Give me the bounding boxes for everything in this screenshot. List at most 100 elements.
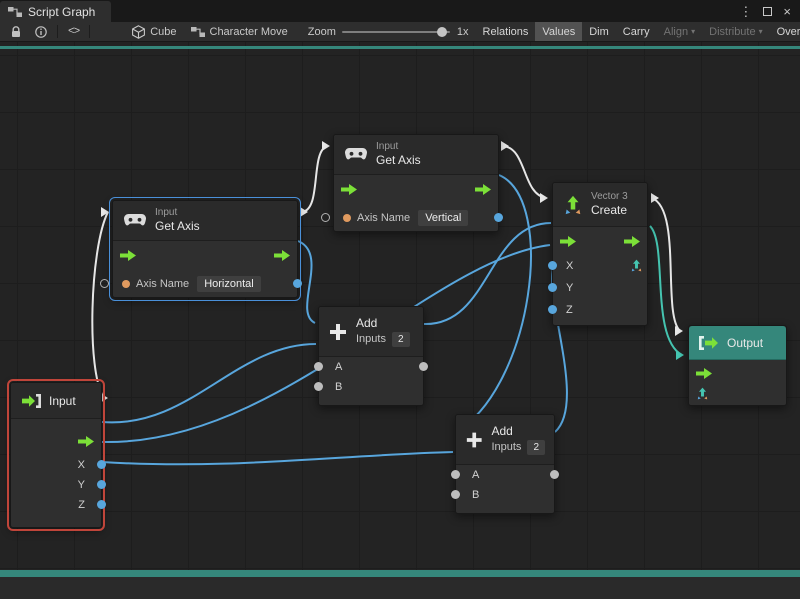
close-icon[interactable]: × [783, 5, 791, 18]
port-b-in[interactable] [451, 490, 460, 499]
menu-icon[interactable]: ⋮ [739, 5, 752, 18]
vector-arrowhead [676, 350, 684, 360]
axis-name-field[interactable]: Horizontal [197, 276, 261, 292]
flow-in-arrow-icon[interactable] [341, 184, 357, 195]
distribute-button[interactable]: Distribute ▾ [702, 22, 769, 42]
plus-icon [465, 430, 483, 450]
carry-button[interactable]: Carry [616, 22, 657, 42]
node-get-axis-vertical[interactable]: Input Get Axis Axis Name Vertical [333, 134, 499, 232]
zoom-slider[interactable] [342, 31, 450, 33]
port-y-out[interactable] [97, 480, 106, 489]
chevron-down-icon: ▾ [691, 27, 695, 36]
node-title: Output [727, 336, 763, 350]
gamepad-icon [123, 213, 147, 228]
node-output[interactable]: Output [688, 325, 787, 406]
port-a-in[interactable] [451, 470, 460, 479]
node-category: Vector 3 [591, 190, 628, 203]
flow-port-row [113, 241, 297, 269]
tab-title: Script Graph [28, 5, 95, 19]
node-input[interactable]: Input X Y Z [10, 382, 102, 528]
port-z-in[interactable] [548, 305, 557, 314]
node-add-2[interactable]: Add Inputs 2 A B [455, 414, 555, 514]
node-title: Create [591, 203, 628, 219]
port-z-label: Z [78, 499, 85, 511]
wire-data[interactable] [102, 452, 453, 464]
align-button[interactable]: Align ▾ [657, 22, 702, 42]
port-row-a: A [319, 357, 423, 377]
window-controls: ⋮ × [739, 0, 800, 22]
graph-label: Character Move [210, 26, 288, 38]
port-row-y: Y [553, 277, 647, 299]
port-row-b: B [319, 377, 423, 397]
flow-in-arrow-icon[interactable] [120, 250, 136, 261]
sum-out-port[interactable] [550, 470, 559, 479]
flow-out-arrow-icon[interactable] [475, 184, 491, 195]
flow-out-arrow-icon[interactable] [78, 436, 94, 447]
chevron-down-icon: ▾ [759, 27, 763, 36]
port-row-z: Z [11, 495, 101, 515]
tab-script-graph[interactable]: Script Graph [0, 1, 111, 22]
vector-out-port-icon[interactable] [630, 259, 643, 272]
plus-icon [328, 322, 348, 342]
flow-out-arrow-icon[interactable] [624, 236, 640, 247]
port-z-out[interactable] [97, 500, 106, 509]
port-b-label: B [335, 381, 342, 393]
value-out-port[interactable] [494, 213, 503, 222]
port-a-in[interactable] [314, 362, 323, 371]
zoom-slider-handle[interactable] [437, 27, 447, 37]
axis-name-field[interactable]: Vertical [418, 210, 468, 226]
dim-button[interactable]: Dim [582, 22, 616, 42]
inputs-count-field[interactable]: 2 [392, 332, 410, 347]
info-button[interactable] [28, 22, 54, 42]
lock-button[interactable] [4, 22, 28, 42]
node-add-1[interactable]: Add Inputs 2 A B [318, 306, 424, 406]
script-graph-icon [8, 6, 22, 18]
wire-flow[interactable] [92, 212, 108, 398]
flow-out-arrow-icon[interactable] [274, 250, 290, 261]
node-title: Add [491, 424, 545, 440]
zoom-value: 1x [454, 22, 476, 42]
wire-vector[interactable] [650, 226, 682, 355]
value-out-port[interactable] [293, 279, 302, 288]
wire-flow[interactable] [503, 146, 546, 198]
inputs-count-field[interactable]: 2 [527, 440, 545, 455]
inputs-label: Inputs [491, 440, 521, 454]
graph-canvas[interactable]: Input Get Axis Axis Name Vertical Inpu [0, 42, 800, 599]
port-x-in[interactable] [548, 261, 557, 270]
port-y-in[interactable] [548, 283, 557, 292]
wire-flow[interactable] [652, 198, 680, 331]
code-view-button[interactable]: <> [61, 22, 86, 42]
flow-in-arrow-icon[interactable] [696, 368, 712, 379]
wire-flow[interactable] [302, 146, 327, 212]
wire-data[interactable] [424, 223, 551, 324]
flow-in-arrow-icon[interactable] [560, 236, 576, 247]
string-port-icon [122, 280, 130, 288]
vector-in-port-icon[interactable] [696, 387, 709, 400]
relations-button[interactable]: Relations [476, 22, 536, 42]
port-row-b: B [456, 485, 554, 505]
axis-name-port[interactable] [100, 279, 109, 288]
graph-breadcrumb[interactable]: Character Move [184, 22, 295, 42]
sum-out-port[interactable] [419, 362, 428, 371]
maximize-icon[interactable] [763, 7, 772, 16]
inputs-label: Inputs [356, 332, 386, 346]
target-breadcrumb[interactable]: Cube [125, 22, 183, 42]
port-row-a: A [456, 465, 554, 485]
axis-name-port[interactable] [321, 213, 330, 222]
wire-data[interactable] [102, 344, 316, 422]
port-b-in[interactable] [314, 382, 323, 391]
port-a-label: A [335, 361, 342, 373]
overview-button[interactable]: Overview [770, 22, 800, 42]
vector3-icon [563, 195, 583, 215]
zoom-label: Zoom [301, 22, 338, 42]
values-button[interactable]: Values [535, 22, 582, 42]
string-port-icon [343, 214, 351, 222]
node-get-axis-horizontal[interactable]: Input Get Axis Axis Name Horizontal [112, 200, 298, 298]
node-header: Input Get Axis [334, 135, 498, 175]
node-title: Input [49, 394, 76, 408]
param-label: Axis Name [357, 212, 410, 224]
axis-name-row: Axis Name Vertical [334, 203, 498, 233]
node-vector3-create[interactable]: Vector 3 Create X Y Z [552, 182, 648, 326]
output-icon [699, 336, 719, 350]
port-x-out[interactable] [97, 460, 106, 469]
